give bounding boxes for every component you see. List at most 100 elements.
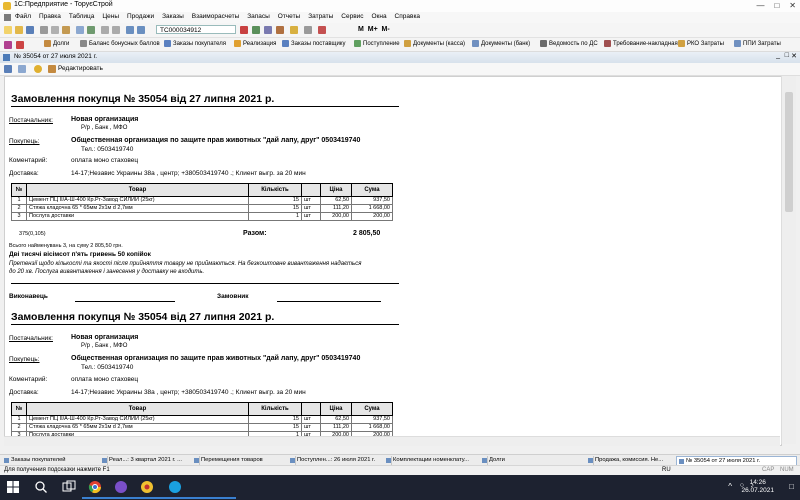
memory-add-button[interactable]: M+ (368, 26, 378, 33)
cash-icon (404, 40, 411, 47)
undo-icon[interactable] (101, 26, 109, 34)
viber-icon[interactable] (114, 480, 128, 494)
cut-icon[interactable] (40, 26, 48, 34)
task-view-icon[interactable] (62, 480, 76, 494)
tab-transfers[interactable]: Перемещения товаров (192, 456, 296, 465)
help-icon[interactable] (290, 26, 298, 34)
skype-icon[interactable] (168, 480, 182, 494)
buyer-name-copy: Общественная организация по защите прав … (71, 355, 361, 362)
app-tool-icon[interactable] (4, 41, 12, 49)
open-folder-icon[interactable] (15, 26, 23, 34)
calendar-icon[interactable] (264, 26, 272, 34)
tab-icon (102, 458, 107, 463)
chrome-icon[interactable] (88, 480, 102, 494)
doc-print-icon[interactable] (18, 65, 26, 73)
close-icon[interactable]: ✕ (789, 1, 796, 10)
stop-icon[interactable] (318, 26, 326, 34)
row-qty: 1 (248, 212, 302, 221)
comment-value-copy: оплата моно стаховец (71, 376, 139, 383)
table-row: 1 Цемент ПЦ ІІ/А-Ш-400 Кр.Рг-Завод СИЛИЙ … (11, 415, 393, 424)
minimize-icon[interactable]: — (756, 1, 764, 10)
new-doc-icon[interactable] (4, 26, 12, 34)
doc-maximize-icon[interactable]: □ (785, 52, 789, 59)
doc-close-icon[interactable]: ✕ (791, 52, 797, 60)
tab-icon (386, 458, 391, 463)
link-supplier-orders[interactable]: Заказы поставщику (282, 40, 346, 47)
menu-help[interactable]: Справка (395, 13, 421, 20)
system-menu-icon[interactable] (4, 14, 11, 21)
col-product: Товар (26, 402, 249, 416)
menu-file[interactable]: Файл (15, 13, 31, 20)
save-icon[interactable] (26, 26, 34, 34)
menu-reports[interactable]: Отчеты (278, 13, 300, 20)
horizontal-scrollbar[interactable] (4, 436, 780, 446)
clock[interactable]: 14:26 26.07.2021 (741, 479, 774, 495)
debts-icon (44, 40, 51, 47)
delivery-label: Доставка: (9, 170, 39, 177)
menu-table[interactable]: Таблица (69, 13, 95, 20)
total-value: 2 805,50 (353, 230, 381, 237)
link-receipts[interactable]: Поступление (354, 40, 400, 47)
link-debts[interactable]: Долги (44, 40, 69, 47)
scrollbar-thumb[interactable] (785, 92, 793, 212)
notifications-icon[interactable]: □ (789, 482, 794, 491)
link-rko-costs[interactable]: РКО Затраты (678, 40, 724, 47)
paste-icon[interactable] (62, 26, 70, 34)
customer-signature-line (277, 301, 381, 302)
tab-icon (679, 459, 684, 464)
col-number: № (11, 402, 27, 416)
edit-button[interactable]: Редактировать (58, 65, 103, 72)
redo-icon[interactable] (112, 26, 120, 34)
preview-icon[interactable] (87, 26, 95, 34)
menu-costs[interactable]: Затраты (308, 13, 333, 20)
search-icon[interactable] (34, 480, 48, 494)
link-bank-docs[interactable]: Документы (банк) (472, 40, 530, 47)
doc-minimize-icon[interactable]: _ (776, 52, 780, 59)
link-customer-orders[interactable]: Заказы покупателя (164, 40, 226, 47)
calculator-icon[interactable] (276, 26, 284, 34)
back-icon[interactable] (126, 26, 134, 34)
memory-subtract-button[interactable]: M- (382, 26, 390, 33)
menu-orders[interactable]: Заказы (162, 13, 184, 20)
customer-label: Замовник (217, 293, 249, 300)
tab-receipt[interactable]: Поступлен...: 26 июля 2021 г. (288, 456, 392, 465)
tab-kits[interactable]: Комплектации номенклату... (384, 456, 488, 465)
link-ppi-costs[interactable]: ППИ Затраты (734, 40, 781, 47)
link-sales[interactable]: Реализация (234, 40, 276, 47)
refresh-icon[interactable] (252, 26, 260, 34)
link-cash-statement[interactable]: Ведомость по ДС (540, 40, 598, 47)
doc-help-icon[interactable] (34, 65, 42, 73)
menu-stock[interactable]: Запасы (247, 13, 270, 20)
menu-settlements[interactable]: Взаиморасчеты (192, 13, 240, 20)
search-icon[interactable] (240, 26, 248, 34)
bookmark-icon[interactable] (16, 41, 24, 49)
col-price: Ціна (320, 183, 352, 197)
tab-sales-q3[interactable]: Реал...: 3 квартал 2021 г. ... (100, 456, 200, 465)
menu-windows[interactable]: Окна (371, 13, 386, 20)
forward-icon[interactable] (137, 26, 145, 34)
link-requisition[interactable]: Требование-накладная (604, 40, 678, 47)
vertical-scrollbar[interactable] (781, 76, 796, 444)
doc-save-icon[interactable] (4, 65, 12, 73)
menu-prices[interactable]: Цены (102, 13, 119, 20)
settings-icon[interactable] (304, 26, 312, 34)
1c-app-icon[interactable] (140, 480, 154, 494)
tab-commission-sale[interactable]: Продажа, комиссия. Не... (586, 456, 684, 465)
link-cash-docs[interactable]: Документы (касса) (404, 40, 465, 47)
maximize-icon[interactable]: □ (774, 1, 779, 10)
tab-debts[interactable]: Долги (480, 456, 594, 465)
copy-icon[interactable] (51, 26, 59, 34)
doc-number-input[interactable]: ТС000034912 (156, 25, 236, 34)
menu-service[interactable]: Сервис (341, 13, 363, 20)
tab-customer-orders[interactable]: Заказы покупателей (2, 456, 108, 465)
tab-icon (4, 458, 9, 463)
memory-button[interactable]: M (358, 26, 364, 33)
tray-chevron-icon[interactable]: ^ (728, 482, 732, 491)
print-icon[interactable] (76, 26, 84, 34)
menu-sales[interactable]: Продажи (127, 13, 154, 20)
menu-edit[interactable]: Правка (39, 13, 61, 20)
link-bonus-balance[interactable]: Баланс бонусных баллов (80, 40, 160, 47)
document-icon (3, 54, 10, 61)
status-lang: RU (662, 467, 671, 473)
windows-start-icon[interactable] (6, 480, 20, 494)
